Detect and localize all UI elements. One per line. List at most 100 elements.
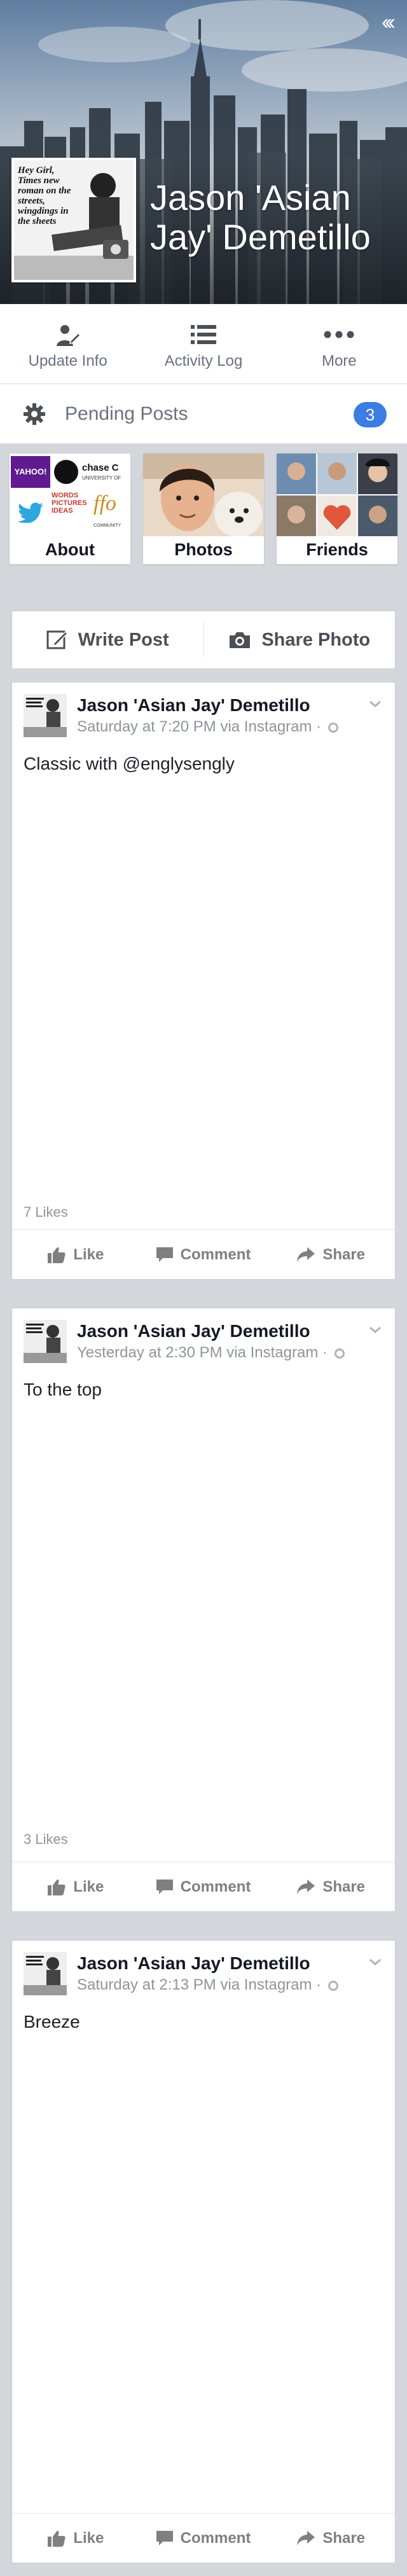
friends-thumbnail	[277, 454, 397, 536]
list-icon	[190, 322, 216, 347]
share-button[interactable]: Share	[267, 1230, 395, 1279]
more-dots-icon	[324, 322, 354, 347]
post-timestamp[interactable]: Saturday at 2:13 PM via Instagram ·	[77, 1976, 321, 1993]
like-label: Like	[73, 1245, 104, 1263]
profile-picture[interactable]: Hey Girl, Times new roman on the streets…	[11, 158, 136, 282]
activity-log-label: Activity Log	[164, 352, 243, 370]
ffo-logo-text: ffo	[93, 492, 116, 515]
post-author-name[interactable]: Jason 'Asian Jay' Demetillo	[77, 1953, 310, 1974]
share-label: Share	[322, 2529, 366, 2547]
chase-logo-subtext: UNIVERSITY OF	[82, 475, 121, 481]
author-avatar[interactable]	[24, 1320, 67, 1363]
post-composer: Write Post Share Photo	[11, 611, 396, 669]
back-chevrons-icon[interactable]: ‹‹‹	[382, 11, 396, 33]
profile-tiles: YAHOO! chase C UNIVERSITY OF WORDS PICTU…	[9, 453, 398, 565]
post-author-name[interactable]: Jason 'Asian Jay' Demetillo	[77, 695, 310, 716]
share-photo-button[interactable]: Share Photo	[204, 621, 396, 659]
post-header: Jason 'Asian Jay' Demetillo Saturday at …	[24, 694, 386, 740]
share-label: Share	[322, 1245, 366, 1263]
chase-logo: chase C UNIVERSITY OF	[52, 456, 130, 488]
post-header: Jason 'Asian Jay' Demetillo Yesterday at…	[24, 1320, 386, 1366]
author-avatar[interactable]	[24, 694, 67, 737]
activity-log-button[interactable]: Activity Log	[135, 304, 271, 384]
about-tile-label: About	[45, 540, 95, 559]
photos-tile-label: Photos	[174, 540, 233, 559]
author-avatar-image	[24, 694, 67, 737]
comment-label: Comment	[180, 2529, 251, 2547]
comment-button[interactable]: Comment	[140, 2514, 268, 2563]
pending-count-badge: 3	[354, 402, 387, 427]
photos-preview-image	[143, 454, 264, 536]
privacy-gear-icon[interactable]	[328, 1981, 338, 1991]
write-post-label: Write Post	[78, 629, 169, 650]
person-pencil-icon	[55, 322, 81, 347]
chevron-down-icon[interactable]	[368, 1322, 382, 1336]
share-arrow-icon	[297, 2530, 315, 2545]
post-text: To the top	[24, 1380, 102, 1399]
profile-picture-caption: Hey Girl, Times new roman on the streets…	[18, 165, 71, 226]
photos-thumbnail	[143, 454, 264, 536]
ffo-logo: ffo COMMUNITY	[92, 492, 130, 535]
author-avatar-image	[24, 1320, 67, 1363]
post-timestamp[interactable]: Yesterday at 2:30 PM via Instagram ·	[77, 1344, 328, 1361]
post-header: Jason 'Asian Jay' Demetillo Saturday at …	[24, 1952, 386, 1998]
post-card: Jason 'Asian Jay' Demetillo Saturday at …	[11, 1940, 396, 2563]
comment-button[interactable]: Comment	[140, 1862, 268, 1911]
write-post-icon	[46, 630, 68, 649]
comment-bubble-icon	[156, 1879, 173, 1894]
profile-action-bar: Update Info Activity Log More	[0, 304, 407, 384]
friends-preview-image	[277, 454, 397, 536]
share-button[interactable]: Share	[267, 1862, 395, 1911]
like-label: Like	[73, 2529, 104, 2547]
post-meta: Saturday at 2:13 PM via Instagram ·	[77, 1976, 338, 1994]
chevron-down-icon[interactable]	[368, 1955, 382, 1969]
like-button[interactable]: Like	[12, 1230, 140, 1279]
comment-label: Comment	[180, 1878, 251, 1895]
words-pictures-logo: WORDS PICTURES IDEAS	[52, 492, 87, 515]
thumbs-up-icon	[48, 2530, 66, 2547]
photos-tile[interactable]: Photos	[142, 453, 265, 565]
author-avatar-image	[24, 1952, 67, 1995]
write-post-button[interactable]: Write Post	[12, 621, 204, 659]
comment-bubble-icon	[156, 2530, 173, 2545]
post-text: Classic with @englysengly	[24, 754, 235, 773]
about-tile[interactable]: YAHOO! chase C UNIVERSITY OF WORDS PICTU…	[9, 453, 131, 565]
share-arrow-icon	[297, 1879, 315, 1894]
post-timestamp[interactable]: Saturday at 7:20 PM via Instagram ·	[77, 718, 321, 735]
more-button[interactable]: More	[272, 304, 407, 384]
post-action-bar: Like Comment Share	[12, 1862, 395, 1911]
share-button[interactable]: Share	[267, 2514, 395, 2563]
post-card: Jason 'Asian Jay' Demetillo Saturday at …	[11, 682, 396, 1280]
cover-photo[interactable]: ‹‹‹ Hey Girl, Times new roman on the str…	[0, 0, 407, 304]
like-button[interactable]: Like	[12, 1862, 140, 1911]
post-action-bar: Like Comment Share	[12, 1229, 395, 1279]
thumbs-up-icon	[48, 1879, 66, 1895]
twitter-logo	[11, 490, 50, 535]
post-meta: Yesterday at 2:30 PM via Instagram ·	[77, 1344, 345, 1362]
privacy-gear-icon[interactable]	[334, 1348, 345, 1359]
friends-tile[interactable]: Friends	[276, 453, 398, 565]
about-thumbnail: YAHOO! chase C UNIVERSITY OF WORDS PICTU…	[10, 454, 130, 536]
update-info-button[interactable]: Update Info	[0, 304, 135, 384]
post-likes-count[interactable]: 3 Likes	[24, 1831, 68, 1848]
chevron-down-icon[interactable]	[368, 696, 382, 710]
privacy-gear-icon[interactable]	[328, 723, 338, 733]
more-label: More	[321, 352, 357, 370]
friends-tile-label: Friends	[306, 540, 368, 559]
post-card: Jason 'Asian Jay' Demetillo Yesterday at…	[11, 1308, 396, 1912]
author-avatar[interactable]	[24, 1952, 67, 1995]
post-author-name[interactable]: Jason 'Asian Jay' Demetillo	[77, 1321, 310, 1341]
pending-posts-row[interactable]: Pending Posts 3	[0, 384, 407, 444]
like-button[interactable]: Like	[12, 2514, 140, 2563]
post-action-bar: Like Comment Share	[12, 2513, 395, 2563]
post-likes-count[interactable]: 7 Likes	[24, 1204, 68, 1221]
chase-logo-text: chase C	[82, 462, 119, 473]
yahoo-logo: YAHOO!	[11, 456, 50, 488]
ffo-logo-subtext: COMMUNITY	[93, 523, 121, 528]
post-meta: Saturday at 7:20 PM via Instagram ·	[77, 718, 338, 736]
comment-button[interactable]: Comment	[140, 1230, 268, 1279]
profile-name[interactable]: Jason 'Asian Jay' Demetillo	[150, 178, 398, 257]
share-label: Share	[322, 1878, 366, 1895]
thumbs-up-icon	[48, 1247, 66, 1263]
twitter-bird-icon	[18, 502, 43, 523]
